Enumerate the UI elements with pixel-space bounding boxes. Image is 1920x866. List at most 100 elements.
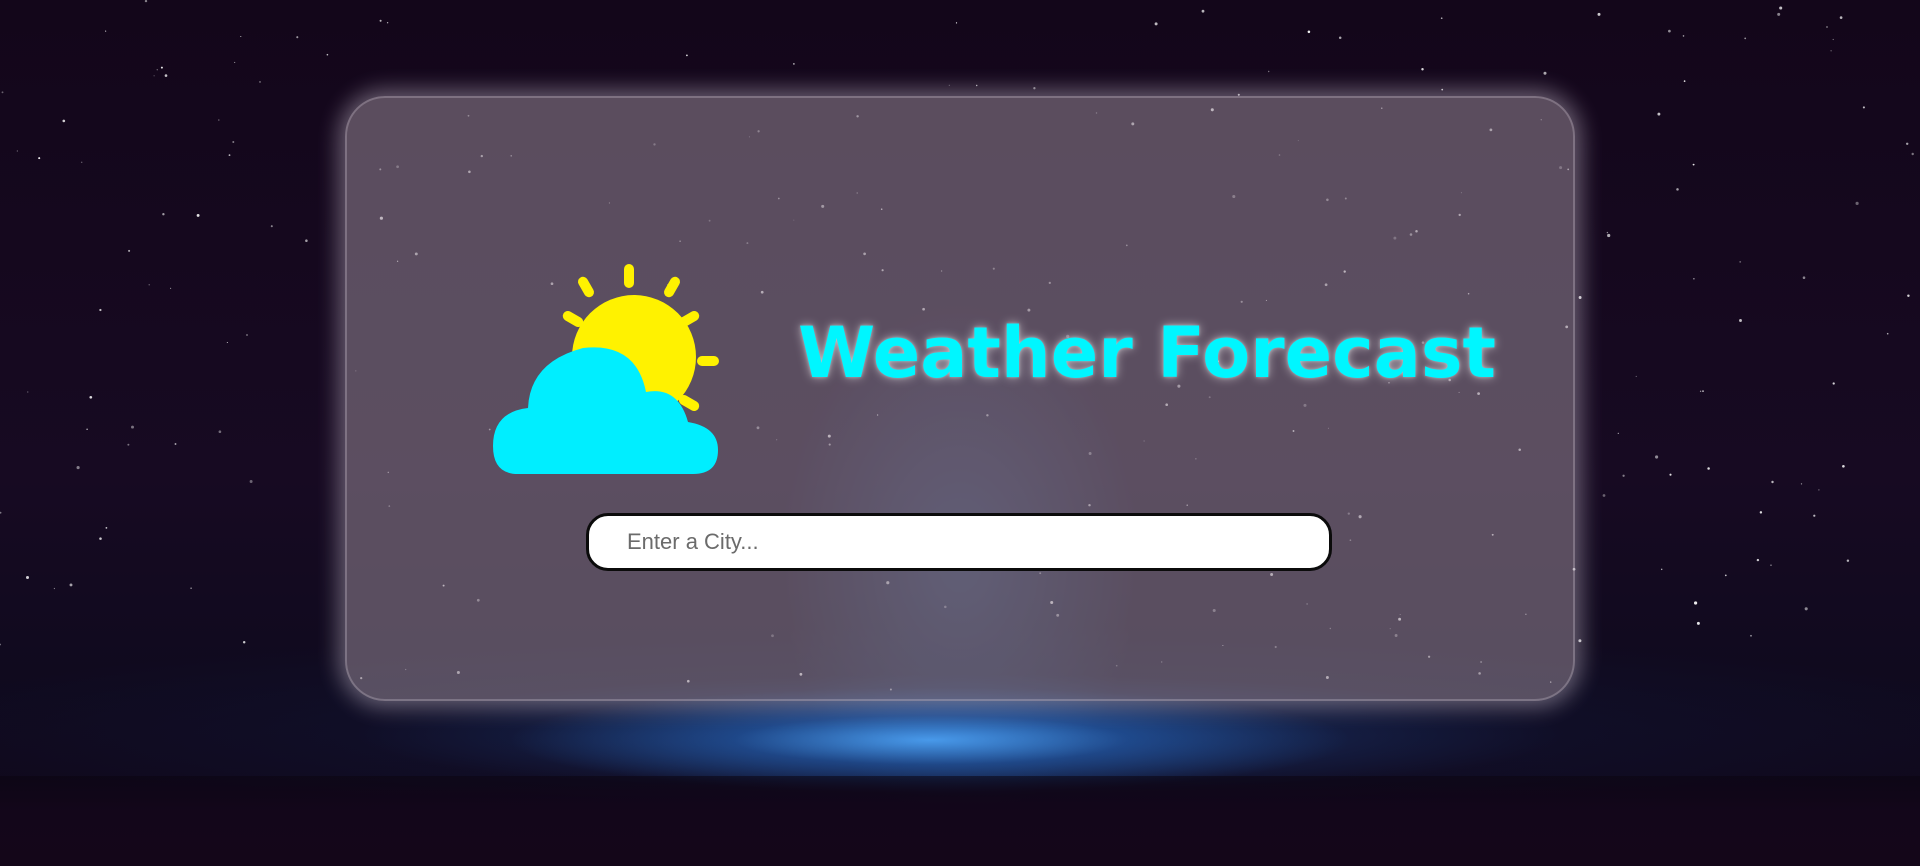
star: [89, 395, 93, 399]
star: [1676, 188, 1679, 191]
star: [1154, 22, 1158, 26]
star: [1802, 276, 1806, 279]
star: [1668, 29, 1671, 33]
star: [1826, 26, 1828, 28]
star: [1777, 12, 1781, 16]
star: [1699, 390, 1702, 392]
star: [1832, 38, 1834, 41]
star: [1033, 87, 1036, 90]
star: [1855, 201, 1859, 205]
star: [1911, 152, 1914, 156]
star: [190, 587, 192, 589]
page-title: Weather Forecast: [798, 312, 1497, 394]
star: [1622, 474, 1625, 477]
star: [1907, 294, 1910, 298]
star: [156, 69, 158, 71]
star: [131, 425, 134, 429]
star: [948, 84, 950, 86]
star: [259, 80, 261, 83]
star: [1441, 88, 1444, 91]
star: [1779, 6, 1783, 10]
star: [153, 75, 155, 77]
star: [99, 308, 102, 312]
star: [242, 641, 246, 644]
star: [226, 342, 228, 343]
star: [1268, 70, 1270, 73]
star: [86, 428, 88, 431]
star: [1771, 480, 1774, 484]
star: [1543, 71, 1547, 75]
star: [1744, 37, 1747, 40]
star: [38, 157, 41, 160]
star: [160, 66, 163, 69]
star: [144, 0, 148, 3]
star: [1696, 621, 1700, 625]
star: [80, 161, 83, 164]
star: [1804, 607, 1808, 611]
star: [1770, 564, 1772, 566]
star: [1759, 511, 1763, 514]
star: [326, 53, 329, 56]
star: [1635, 375, 1637, 377]
star: [26, 576, 29, 579]
star: [1692, 163, 1695, 166]
star: [1682, 35, 1685, 37]
sun-behind-cloud-icon: [493, 264, 719, 474]
star: [1669, 473, 1672, 476]
star: [1201, 9, 1205, 13]
star: [218, 119, 220, 121]
star: [1739, 319, 1742, 322]
star: [16, 150, 18, 152]
star: [1, 91, 4, 94]
star: [170, 287, 172, 289]
star: [1739, 260, 1742, 263]
star: [249, 480, 253, 483]
star: [1693, 278, 1695, 280]
star: [1440, 17, 1443, 20]
star: [245, 333, 249, 337]
star: [1800, 483, 1803, 485]
star: [76, 466, 80, 470]
star: [240, 36, 242, 37]
star: [1694, 601, 1698, 605]
star: [379, 19, 382, 22]
star: [1862, 106, 1865, 109]
star: [27, 391, 29, 393]
star: [105, 30, 107, 32]
star: [127, 443, 130, 446]
star: [164, 74, 168, 77]
star: [1657, 112, 1661, 116]
star: [386, 22, 389, 24]
star: [1832, 382, 1835, 385]
star: [1307, 30, 1311, 34]
star: [0, 511, 2, 514]
star: [128, 249, 131, 252]
star: [1756, 558, 1760, 562]
star: [793, 63, 795, 65]
star: [955, 22, 958, 24]
star: [1724, 574, 1727, 577]
star: [174, 443, 177, 445]
city-search-input[interactable]: [586, 513, 1332, 571]
star: [1839, 16, 1843, 19]
star: [1660, 568, 1663, 571]
star: [105, 527, 108, 529]
star: [1818, 489, 1820, 491]
star: [1846, 559, 1850, 562]
star: [1842, 464, 1845, 468]
star: [1702, 390, 1704, 392]
star: [234, 61, 236, 63]
star: [1707, 467, 1710, 470]
star: [69, 583, 73, 587]
star: [1606, 231, 1609, 234]
star: [1607, 233, 1611, 238]
star: [975, 84, 978, 87]
star: [62, 119, 66, 123]
star: [228, 154, 231, 157]
star: [148, 284, 150, 286]
star: [296, 36, 299, 39]
star: [53, 587, 56, 590]
star: [1578, 639, 1582, 643]
star: [1338, 36, 1342, 39]
star: [1750, 634, 1752, 637]
